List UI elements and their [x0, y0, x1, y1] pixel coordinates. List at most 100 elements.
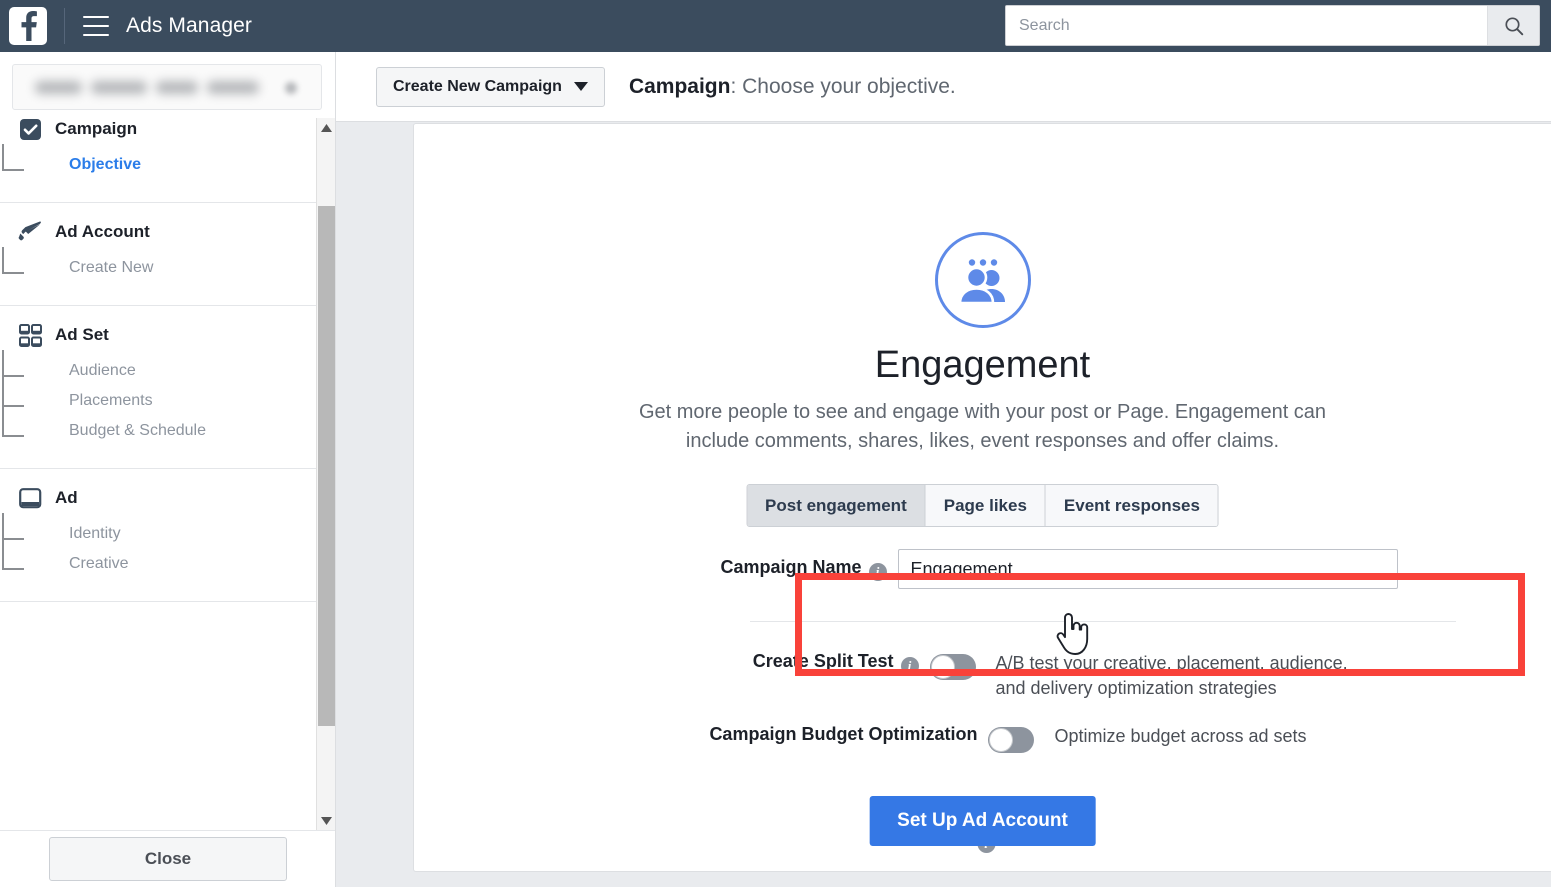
megaphone-icon	[17, 220, 43, 244]
split-test-label: Create Split Test i	[600, 651, 930, 675]
tree-connector	[2, 169, 24, 171]
campaign-check-icon	[17, 118, 43, 141]
tree-connector	[2, 272, 24, 274]
info-icon[interactable]: i	[900, 657, 919, 675]
sidebar-item-label: Objective	[69, 156, 142, 173]
sidebar-item-label: Placements	[69, 392, 153, 409]
page-title: Engagement	[874, 344, 1091, 386]
tree-connector	[2, 538, 24, 540]
sidebar-group-campaign: Campaign Objective	[0, 118, 335, 203]
breadcrumb: Create New Campaign Campaign: Choose you…	[336, 52, 1551, 122]
sidebar-item-label: Creative	[69, 555, 129, 572]
search-bar[interactable]	[1005, 5, 1540, 46]
engagement-people-icon	[934, 232, 1031, 328]
sidebar-sublist-ad-set: Audience Placements Budget & Schedule	[0, 350, 335, 446]
scrollbar-thumb[interactable]	[318, 206, 335, 726]
sidebar-item-ad-set[interactable]: Ad Set	[0, 320, 335, 350]
topbar-divider	[64, 8, 65, 44]
breadcrumb-step: Campaign: Choose your objective.	[629, 75, 956, 99]
tree-connector	[2, 435, 24, 437]
sidebar-group-label: Ad Account	[55, 222, 150, 241]
info-icon[interactable]: i	[868, 563, 887, 581]
objective-panel: Engagement Get more people to see and en…	[413, 123, 1551, 872]
sidebar-item-objective[interactable]: Objective	[34, 150, 335, 180]
grid-squares-icon	[17, 323, 43, 347]
campaign-budget-optimization-row: Campaign Budget Optimization Optimize bu…	[414, 724, 1551, 753]
search-input[interactable]	[1006, 6, 1487, 45]
sidebar-item-identity[interactable]: Identity	[34, 519, 335, 549]
campaign-name-label: Campaign Name i	[568, 557, 898, 581]
caret-down-icon	[573, 82, 588, 91]
sidebar-sublist-campaign: Objective	[0, 144, 335, 180]
tree-connector	[2, 247, 4, 274]
sidebar-item-ad[interactable]: Ad	[0, 483, 335, 513]
hamburger-menu-icon[interactable]	[83, 16, 109, 36]
sidebar-scrollbar[interactable]	[316, 118, 335, 830]
facebook-logo-icon[interactable]	[9, 7, 47, 45]
sidebar-item-label: Budget & Schedule	[69, 422, 206, 439]
split-test-row: Create Split Test i A/B test your creativ…	[414, 651, 1551, 701]
sidebar-group-ad-set: Ad Set Audience Placements Budget & Sche…	[0, 306, 335, 469]
split-test-toggle[interactable]	[929, 654, 976, 680]
sidebar-item-audience[interactable]: Audience	[34, 356, 335, 386]
sidebar-item-label: Audience	[69, 362, 136, 379]
tab-event-responses[interactable]: Event responses	[1045, 485, 1218, 526]
toggle-knob	[989, 728, 1014, 752]
tree-connector	[2, 144, 4, 171]
tree-connector	[2, 513, 4, 570]
split-test-label-text: Create Split Test	[752, 651, 894, 671]
create-new-campaign-dropdown[interactable]: Create New Campaign	[376, 66, 605, 107]
scroll-down-arrow-icon[interactable]	[317, 811, 335, 830]
sidebar-sublist-ad: Identity Creative	[0, 513, 335, 579]
create-new-campaign-label: Create New Campaign	[393, 77, 562, 95]
objective-form: Campaign Name i	[414, 549, 1551, 589]
campaign-name-label-text: Campaign Name	[720, 557, 862, 577]
split-test-description: A/B test your creative, placement, audie…	[995, 653, 1348, 699]
top-navigation-bar: Ads Manager	[0, 0, 1551, 52]
sidebar-item-ad-account[interactable]: Ad Account	[0, 217, 335, 247]
scroll-up-arrow-icon[interactable]	[317, 118, 335, 137]
tab-post-engagement[interactable]: Post engagement	[747, 485, 926, 526]
sidebar-group-ad-account: Ad Account Create New	[0, 203, 335, 306]
app-title: Ads Manager	[126, 14, 253, 37]
sidebar-item-label: Create New	[69, 259, 154, 276]
sidebar-group-label: Ad Set	[55, 325, 109, 344]
tree-connector	[2, 375, 24, 377]
tree-connector	[2, 405, 24, 407]
sidebar-group-ad: Ad Identity Creative	[0, 469, 335, 602]
sidebar: Campaign Objective Ad Account Create New…	[0, 52, 336, 887]
sidebar-item-create-new[interactable]: Create New	[34, 253, 335, 283]
close-button[interactable]: Close	[49, 837, 287, 881]
tree-connector	[2, 350, 4, 437]
sidebar-footer: Close	[0, 830, 335, 887]
toggle-knob	[930, 655, 955, 679]
account-selector[interactable]	[12, 64, 322, 110]
sidebar-group-label: Ad	[55, 488, 78, 507]
main-content: Create New Campaign Campaign: Choose you…	[336, 52, 1551, 887]
campaign-name-row: Campaign Name i	[414, 549, 1551, 589]
sidebar-item-budget-schedule[interactable]: Budget & Schedule	[34, 416, 335, 446]
breadcrumb-step-rest: : Choose your objective.	[730, 74, 956, 98]
campaign-budget-optimization-description: Optimize budget across ad sets	[1054, 726, 1307, 746]
tree-connector	[2, 568, 24, 570]
sidebar-item-placements[interactable]: Placements	[34, 386, 335, 416]
chevron-down-icon	[285, 82, 297, 94]
objective-description: Get more people to see and engage with y…	[638, 401, 1327, 452]
sidebar-item-campaign[interactable]: Campaign	[0, 118, 335, 144]
campaign-budget-optimization-label: Campaign Budget Optimization	[709, 724, 978, 744]
section-divider	[750, 621, 1456, 622]
sidebar-group-label: Campaign	[55, 119, 138, 138]
ad-frame-icon	[17, 486, 43, 510]
account-name-redacted	[35, 78, 259, 96]
search-icon[interactable]	[1487, 6, 1539, 45]
sidebar-nav-scroll-area: Campaign Objective Ad Account Create New…	[0, 118, 335, 830]
sidebar-item-creative[interactable]: Creative	[34, 549, 335, 579]
campaign-budget-optimization-toggle[interactable]	[988, 727, 1035, 753]
set-up-ad-account-button[interactable]: Set Up Ad Account	[869, 796, 1096, 846]
sidebar-sublist-ad-account: Create New	[0, 247, 335, 283]
campaign-name-input[interactable]	[897, 549, 1398, 589]
breadcrumb-step-bold: Campaign	[628, 74, 731, 98]
objective-tab-group: Post engagement Page likes Event respons…	[746, 484, 1219, 527]
tab-page-likes[interactable]: Page likes	[925, 485, 1046, 526]
sidebar-item-label: Identity	[69, 525, 121, 542]
